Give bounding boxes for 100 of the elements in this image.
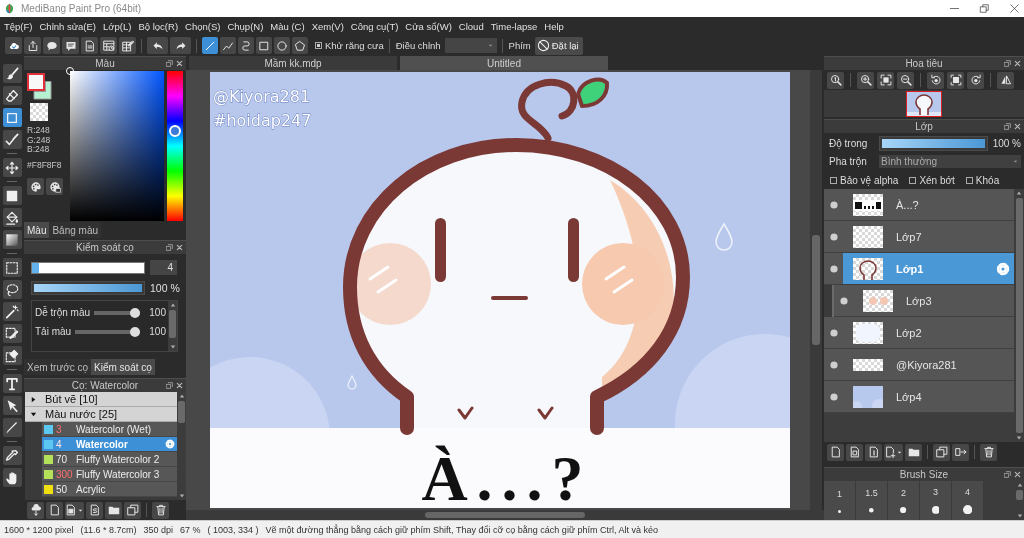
visibility-toggle[interactable] [824,253,843,285]
brush-size-option[interactable]: 4 [952,481,984,520]
brush-item[interactable]: 50 Acrylic [42,482,177,497]
pointer-tool[interactable] [2,396,22,415]
paint-bucket-tool[interactable] [2,208,22,227]
scrollbar-thumb[interactable] [1015,198,1023,433]
page-square-button[interactable] [65,501,84,519]
brush-size-option[interactable]: 1.5 [856,481,888,520]
layer-item[interactable]: À...? [843,189,1014,221]
page-button[interactable] [46,501,63,519]
close-icon[interactable] [1014,60,1021,67]
slider-handle[interactable] [130,307,140,318]
blend-mode-dropdown[interactable]: Bình thường [879,154,1021,168]
visibility-toggle[interactable] [824,221,843,253]
menu-item[interactable]: Lớp(L) [103,20,132,32]
brush-tool[interactable] [2,64,22,83]
menu-item[interactable]: Xem(V) [311,20,344,32]
comment-button[interactable] [62,37,79,54]
transparent-swatch-icon[interactable] [30,103,48,121]
trash-button[interactable] [152,501,169,519]
layer-item[interactable]: Lớp3 [853,285,1014,317]
rotate-right-button[interactable] [967,71,984,89]
rectangle-tool[interactable] [256,37,272,54]
merge-button[interactable] [952,443,969,461]
visibility-toggle[interactable] [824,349,843,381]
float-window-icon[interactable] [1004,60,1011,67]
checkbox[interactable] [965,176,973,184]
table-pencil-button[interactable] [119,37,136,54]
scrollbar-thumb[interactable] [425,512,585,518]
visibility-toggle[interactable] [834,285,853,317]
panel-tab[interactable]: Màu [24,222,50,238]
panel-tab[interactable]: Bảng màu [49,222,102,238]
slider-handle[interactable] [130,326,140,337]
frame-button[interactable] [947,71,964,89]
pen-stroke-tool[interactable] [2,130,22,149]
cloud-check-button[interactable] [5,37,22,54]
visibility-toggle[interactable] [824,189,843,221]
filled-square-tool[interactable] [2,186,22,205]
lasso-tool[interactable] [2,280,22,299]
menu-item[interactable]: Cửa sổ(W) [405,20,452,32]
eraser-tool[interactable] [2,86,22,105]
hand-tool[interactable] [2,468,22,487]
menu-item[interactable]: Tệp(F) [4,20,33,32]
document-button[interactable] [81,37,98,54]
size-slider[interactable] [31,261,145,274]
horizontal-scrollbar[interactable] [186,510,824,520]
polyline-tool[interactable] [220,37,236,54]
zoom-in-button[interactable] [857,71,874,89]
eyedropper-tool[interactable] [2,446,22,465]
page-bar-button[interactable] [865,443,882,461]
size-field[interactable]: 4 [150,260,177,275]
color-swatch-icon[interactable] [27,73,45,91]
float-window-icon[interactable] [166,244,173,251]
layer-item[interactable]: Lớp2 [843,317,1014,349]
dashed-rectangle-tool[interactable] [2,258,22,277]
antialias-checkbox[interactable] [315,42,322,49]
slider-handle[interactable] [169,124,181,137]
scrollbar-thumb[interactable] [178,401,185,423]
folder-button[interactable] [905,443,922,461]
float-window-icon[interactable] [166,382,173,389]
float-window-icon[interactable] [1004,123,1011,130]
restore-icon[interactable] [979,3,990,14]
hue-slider[interactable] [167,71,183,221]
trash-button[interactable] [980,443,997,461]
table-clock-button[interactable] [100,37,117,54]
close-icon[interactable] [1014,471,1021,478]
pentagon-tool[interactable] [292,37,308,54]
add-page-button[interactable] [884,443,903,461]
close-icon[interactable] [1009,3,1020,14]
menu-item[interactable]: Help [544,20,564,32]
rotate-left-button[interactable] [927,71,944,89]
speech-bubble-button[interactable] [43,37,60,54]
close-icon[interactable] [176,382,183,389]
close-icon[interactable] [1014,123,1021,130]
duplicate-button[interactable] [933,443,950,461]
scrollbar-thumb[interactable] [169,310,176,338]
float-window-icon[interactable] [1004,471,1011,478]
menu-item[interactable]: Chỉnh sửa(E) [39,20,97,32]
layer-item[interactable]: Lớp4 [843,381,1014,413]
brush-group[interactable]: Màu nước [25] [25,407,177,422]
close-icon[interactable] [176,60,183,67]
brush-item[interactable]: 300 Fluffy Watercolor 3 [42,467,177,482]
visibility-toggle[interactable] [824,381,843,413]
magnifier-button[interactable] [827,71,844,89]
menu-item[interactable]: Công cụ(T) [350,20,399,32]
brush-size-option[interactable]: 3 [920,481,952,520]
menu-item[interactable]: Chọn(S) [185,20,221,32]
flip-button[interactable] [997,71,1014,89]
navigator-preview[interactable] [906,90,942,117]
brush-item[interactable]: 3 Watercolor (Wet) [42,422,177,437]
document-tab[interactable]: Untitled [400,56,608,70]
undo-button[interactable] [147,37,168,54]
palette-button[interactable] [27,178,44,195]
dashed-eraser-tool[interactable] [2,346,22,365]
script-page-button[interactable] [86,501,103,519]
panel-tab[interactable]: Xem trước cọ [24,359,92,375]
dashed-pen-tool[interactable] [2,324,22,343]
duplicate-button[interactable] [124,501,141,519]
layer-item[interactable]: Lớp7 [843,221,1014,253]
text-tool[interactable] [2,374,22,393]
